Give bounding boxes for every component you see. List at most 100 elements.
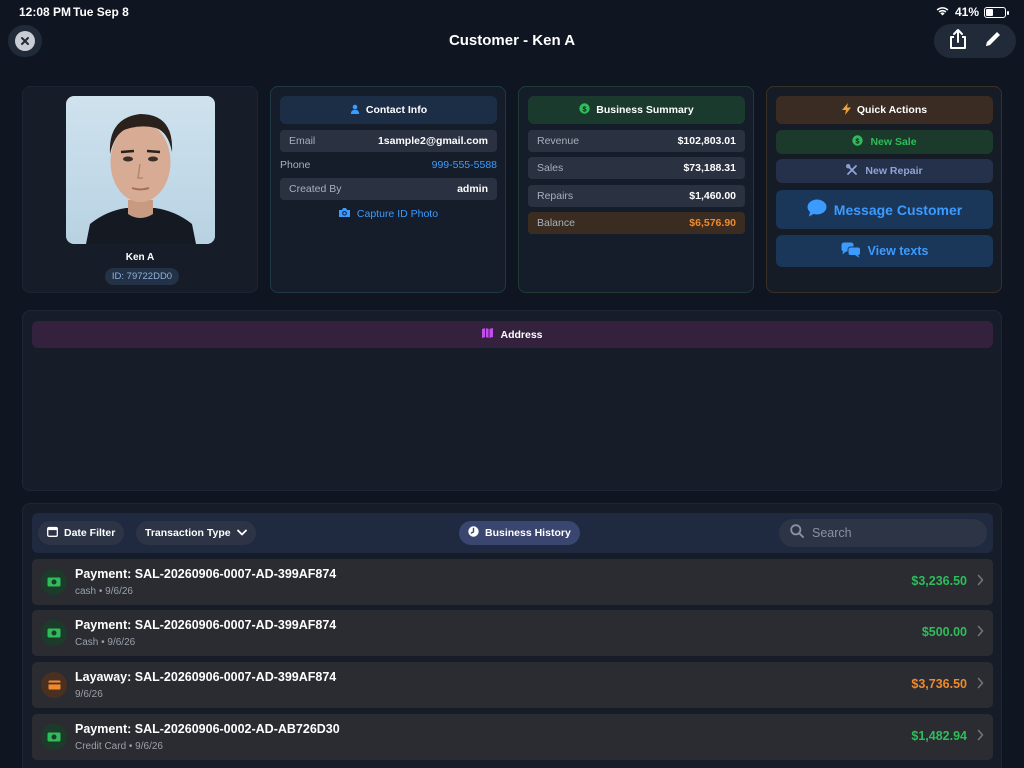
created-by-value: admin: [457, 183, 488, 195]
chevron-right-icon: [977, 573, 984, 591]
revenue-label: Revenue: [537, 135, 580, 147]
share-icon[interactable]: [948, 28, 968, 55]
cash-icon: [41, 569, 67, 595]
transaction-subtitle: cash • 9/6/26: [75, 586, 133, 597]
transaction-title: Payment: SAL-20260906-0007-AD-399AF874: [75, 567, 337, 581]
transaction-subtitle: 9/6/26: [75, 689, 103, 700]
status-time: 12:08 PM: [19, 5, 72, 19]
clock-icon: [468, 526, 479, 540]
new-sale-label: New Sale: [870, 136, 917, 148]
quick-actions-header: Quick Actions: [776, 96, 993, 124]
nav-bar: Customer - Ken A: [0, 24, 1024, 60]
edit-pencil-icon[interactable]: [983, 29, 1003, 54]
transaction-title: Layaway: SAL-20260906-0007-AD-399AF874: [75, 670, 337, 684]
contact-info-title: Contact Info: [365, 104, 428, 116]
date-filter-label: Date Filter: [64, 527, 116, 539]
chevron-right-icon: [977, 728, 984, 746]
phone-link[interactable]: 999-555-5588: [432, 159, 497, 171]
address-title: Address: [500, 328, 543, 341]
contact-info-card: Contact Info Email 1sample2@gmail.com Ph…: [270, 86, 506, 293]
address-header: Address: [32, 321, 993, 348]
map-icon: [482, 328, 494, 341]
tools-icon: [846, 163, 858, 179]
quick-actions-card: Quick Actions $ New Sale New Repair Mess…: [766, 86, 1002, 293]
transaction-subtitle: Cash • 9/6/26: [75, 637, 136, 648]
transaction-row[interactable]: Payment: SAL-20260906-0002-AD-AB726D30 C…: [32, 714, 993, 760]
email-value[interactable]: 1sample2@gmail.com: [378, 135, 488, 147]
repairs-value: $1,460.00: [689, 190, 736, 202]
transaction-type-dropdown[interactable]: Transaction Type: [136, 521, 256, 545]
transaction-amount: $3,736.50: [911, 677, 967, 691]
business-history-label: Business History: [485, 527, 571, 539]
phone-label: Phone: [280, 159, 311, 171]
message-customer-label: Message Customer: [833, 201, 963, 218]
search-icon: [790, 523, 804, 543]
transaction-row[interactable]: Layaway: SAL-20260906-0007-AD-399AF874 9…: [32, 662, 993, 708]
chevron-down-icon: [236, 527, 247, 539]
transaction-row[interactable]: Payment: SAL-20260906-0007-AD-399AF874 C…: [32, 610, 993, 656]
nav-actions: [934, 24, 1016, 58]
page-title: Customer - Ken A: [448, 32, 576, 49]
battery-fill: [986, 8, 993, 16]
created-by-row: Created By admin: [280, 178, 497, 200]
battery-icon: [984, 6, 1009, 18]
transaction-amount: $500.00: [921, 625, 967, 639]
transaction-row[interactable]: Payment: SAL-20260906-0007-AD-399AF874 c…: [32, 559, 993, 605]
status-bar: 12:08 PM Tue Sep 8 41%: [0, 0, 1024, 24]
lightning-icon: [841, 102, 851, 118]
transaction-title: Payment: SAL-20260906-0007-AD-399AF874: [75, 618, 337, 632]
balance-row: Balance $6,576.90: [528, 212, 745, 234]
transaction-type-label: Transaction Type: [145, 527, 231, 539]
contact-info-header: Contact Info: [280, 96, 497, 124]
quick-actions-title: Quick Actions: [856, 104, 928, 116]
camera-icon: [338, 207, 351, 221]
date-filter-button[interactable]: Date Filter: [38, 521, 125, 545]
calendar-icon: [47, 526, 58, 540]
message-customer-button[interactable]: Message Customer: [776, 190, 993, 229]
chevron-right-icon: [977, 676, 984, 694]
credit-card-icon: [41, 672, 67, 698]
chat-bubbles-icon: [841, 242, 861, 261]
status-right: 41%: [935, 5, 1009, 19]
revenue-value: $102,803.01: [677, 135, 736, 147]
email-label: Email: [289, 135, 316, 147]
business-history-card: Date Filter Transaction Type Business Hi…: [22, 503, 1002, 768]
customer-id-badge: ID: 79722DD0: [105, 268, 179, 285]
customer-photo: [66, 96, 215, 244]
created-by-label: Created By: [289, 183, 342, 195]
cash-icon: [41, 724, 67, 750]
business-summary-card: $ Business Summary Revenue $102,803.01 S…: [518, 86, 754, 293]
customer-name: Ken A: [125, 252, 155, 263]
profile-card: Ken A ID: 79722DD0: [22, 86, 258, 293]
sales-row: Sales $73,188.31: [528, 157, 745, 179]
transaction-title: Payment: SAL-20260906-0002-AD-AB726D30: [75, 722, 340, 736]
revenue-row: Revenue $102,803.01: [528, 130, 745, 152]
transaction-subtitle: Credit Card • 9/6/26: [75, 741, 163, 752]
dollar-circle-icon: $: [579, 103, 590, 117]
capture-id-photo-button[interactable]: Capture ID Photo: [271, 207, 505, 221]
wifi-icon: [935, 5, 950, 19]
new-repair-label: New Repair: [865, 165, 923, 177]
new-sale-button[interactable]: $ New Sale: [776, 130, 993, 154]
sales-value: $73,188.31: [683, 162, 736, 174]
balance-value: $6,576.90: [689, 217, 736, 229]
chevron-right-icon: [977, 624, 984, 642]
battery-percent: 41%: [954, 5, 979, 19]
repairs-label: Repairs: [537, 190, 574, 202]
business-summary-header: $ Business Summary: [528, 96, 745, 124]
transaction-amount: $3,236.50: [911, 574, 967, 588]
view-texts-label: View texts: [867, 244, 929, 258]
search-field[interactable]: [779, 519, 987, 547]
repairs-row: Repairs $1,460.00: [528, 185, 745, 207]
business-summary-title: Business Summary: [596, 104, 694, 116]
person-icon: [350, 104, 360, 117]
email-row: Email 1sample2@gmail.com: [280, 130, 497, 152]
address-card: Address: [22, 310, 1002, 491]
business-history-tab[interactable]: Business History: [459, 521, 580, 545]
phone-row: Phone 999-555-5588: [280, 154, 497, 176]
view-texts-button[interactable]: View texts: [776, 235, 993, 267]
capture-id-photo-label: Capture ID Photo: [356, 208, 439, 220]
dollar-circle-icon: $: [852, 135, 864, 149]
search-input[interactable]: [812, 526, 962, 540]
new-repair-button[interactable]: New Repair: [776, 159, 993, 183]
